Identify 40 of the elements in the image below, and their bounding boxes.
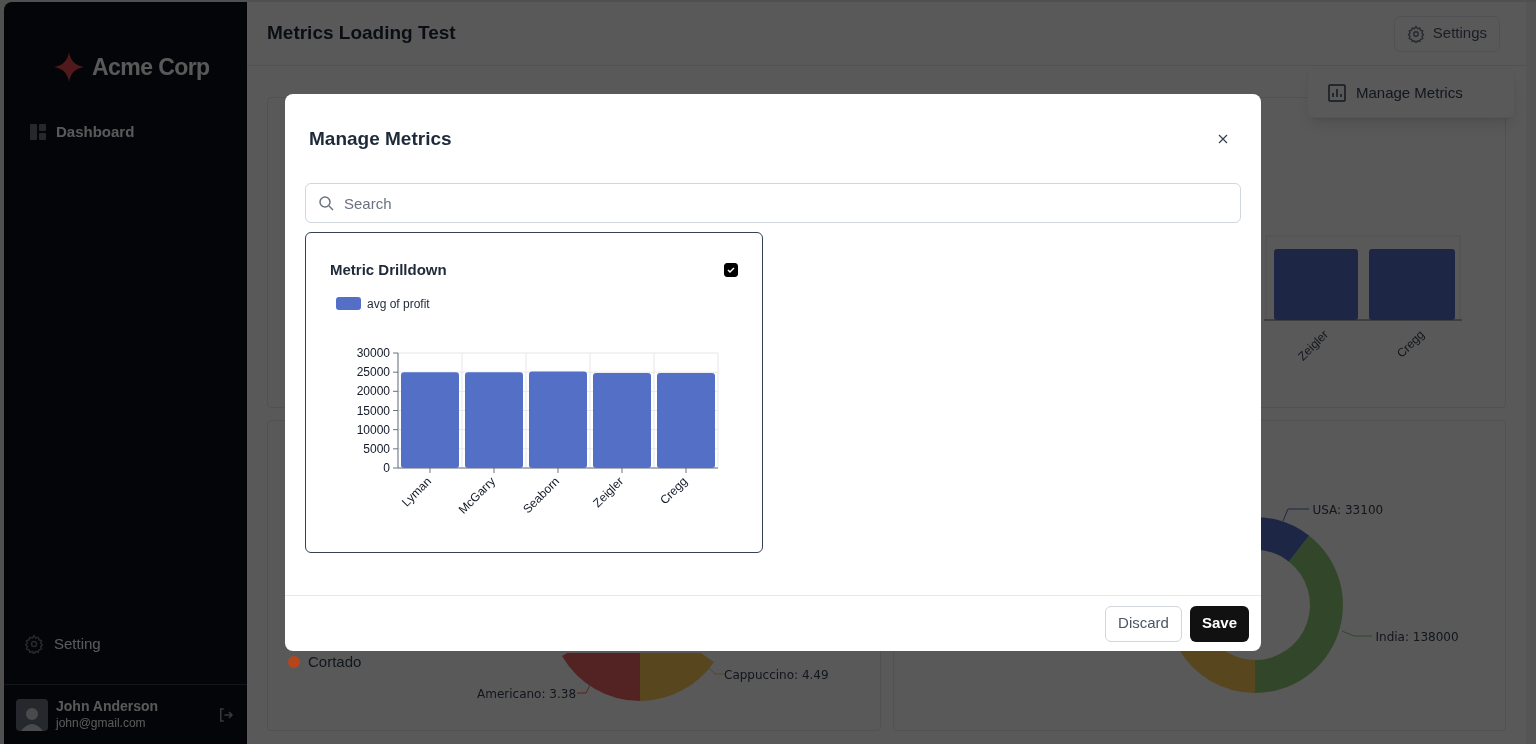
close-icon — [1218, 134, 1228, 144]
settings-icon — [1406, 24, 1425, 43]
metric-title: Metric Drilldown — [330, 260, 447, 280]
chart-label: India: 138000 — [1375, 629, 1459, 646]
legend-label: Cortado — [308, 652, 362, 672]
tick-label: 30000 — [356, 345, 390, 360]
tick-label: 15000 — [356, 403, 390, 417]
chart-icon — [1328, 84, 1346, 102]
chart-label: Americano: 3.38 — [477, 686, 577, 703]
tick-label: 10000 — [356, 422, 390, 437]
search-field[interactable]: Search — [305, 183, 1241, 223]
leader-line — [576, 684, 592, 695]
search-icon — [318, 195, 334, 211]
page-title: Metrics Loading Test — [267, 21, 456, 46]
tick-label: 20000 — [356, 383, 390, 398]
menu-item[interactable]: Manage Metrics — [1328, 81, 1463, 105]
dashboard-icon — [30, 124, 46, 140]
nav-item[interactable]: Dashboard — [4, 114, 247, 150]
leader-line — [707, 666, 725, 676]
avatar-silhouette — [16, 698, 48, 731]
tick-label: 25000 — [356, 364, 390, 379]
tick-label: 0 — [383, 460, 390, 475]
discard-button[interactable]: Discard — [1105, 605, 1182, 642]
leader-line — [1339, 629, 1374, 639]
chart-label: USA: 33100 — [1312, 502, 1384, 519]
nav-item[interactable]: Setting — [4, 626, 247, 662]
settings-icon — [24, 634, 44, 654]
chart-label: Cappuccino: 4.49 — [724, 667, 829, 684]
modal-title: Manage Metrics — [309, 126, 452, 151]
legend-label: avg of profit — [367, 295, 430, 313]
check-icon — [726, 265, 736, 276]
leader-line — [1280, 507, 1311, 523]
tick-label: 5000 — [363, 441, 390, 456]
checkbox[interactable] — [724, 263, 738, 278]
brand-name: Acme Corp — [92, 52, 210, 82]
user-name: John Anderson — [56, 697, 160, 714]
settings-button[interactable]: Settings — [1393, 15, 1500, 52]
user-email: john@gmail.com — [56, 714, 147, 732]
star-logo-icon — [54, 52, 84, 82]
save-button[interactable]: Save — [1189, 605, 1249, 642]
